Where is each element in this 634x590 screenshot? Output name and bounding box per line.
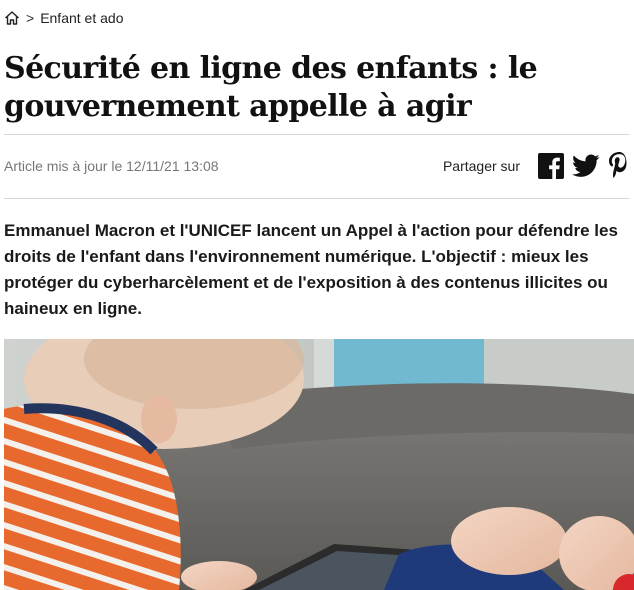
- breadcrumb-category-link[interactable]: Enfant et ado: [40, 10, 123, 26]
- facebook-icon[interactable]: [538, 153, 564, 179]
- divider-top: [4, 134, 630, 135]
- divider-bottom: [4, 198, 630, 199]
- breadcrumb-separator: >: [26, 10, 35, 26]
- share-label: Partager sur: [442, 158, 520, 174]
- share-bar: Partager sur: [443, 148, 630, 184]
- article-lead: Emmanuel Macron et l'UNICEF lancent un A…: [4, 221, 618, 318]
- home-icon[interactable]: [4, 10, 20, 26]
- breadcrumb: > Enfant et ado: [4, 8, 123, 28]
- twitter-icon[interactable]: [572, 154, 600, 178]
- page-title: Sécurité en ligne des enfants : le gouve…: [4, 51, 538, 124]
- pinterest-icon[interactable]: [608, 152, 630, 180]
- article-hero-image: [4, 339, 634, 590]
- updated-date: Article mis à jour le 12/11/21 13:08: [4, 158, 219, 174]
